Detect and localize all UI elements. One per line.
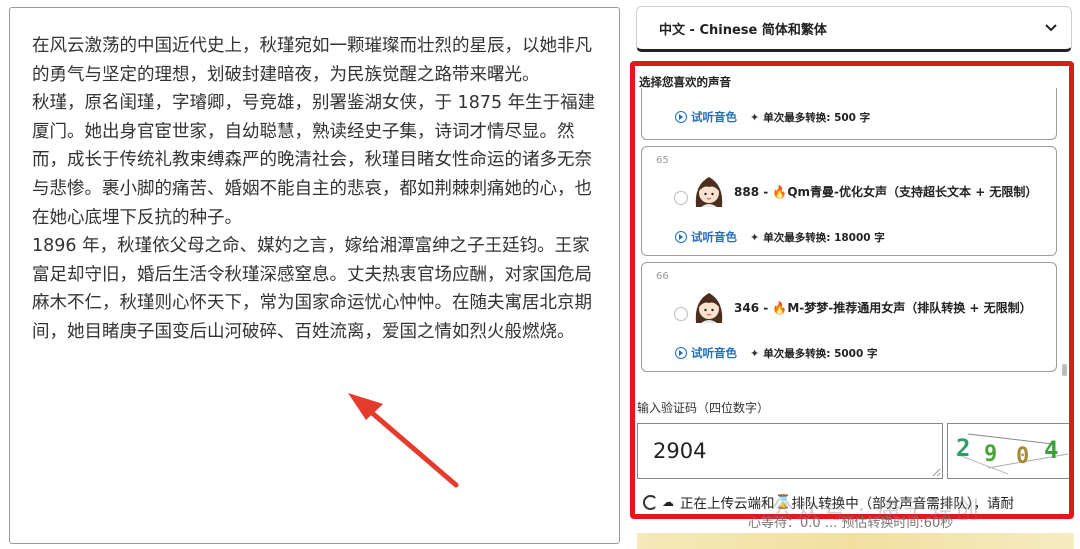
captcha-label: 输入验证码（四位数字） (637, 401, 770, 415)
language-select[interactable]: 中文 - Chinese 简体和繁体 (636, 6, 1072, 52)
sparkle-icon: ✦ (750, 346, 760, 360)
listen-label: 试听音色 (691, 230, 737, 244)
captcha-char: 9 (984, 442, 998, 467)
listen-label: 试听音色 (691, 110, 737, 124)
captcha-image[interactable]: 2 9 0 4 (947, 423, 1069, 479)
captcha-char: 2 (956, 434, 971, 462)
voice-name: 346 - 🔥M-梦梦-推荐通用女声（排队转换 + 无限制） (734, 301, 1032, 315)
voice-name: 888 - 🔥Qm青曼-优化女声（支持超长文本 + 无限制） (734, 185, 1038, 199)
voice-limit: ✦ 单次最多转换: 500 字 (750, 110, 870, 125)
captcha-char: 4 (1044, 436, 1059, 464)
play-icon (675, 231, 687, 243)
listen-button[interactable]: 试听音色 (675, 109, 737, 125)
scrollbar-thumb[interactable] (1062, 364, 1067, 376)
voice-limit: ✦ 单次最多转换: 18000 字 (750, 230, 885, 245)
voice-radio[interactable] (674, 307, 688, 321)
voice-limit-text: 单次最多转换: 500 字 (763, 111, 871, 124)
captcha-input[interactable] (637, 423, 943, 479)
voice-number: 65 (656, 155, 669, 166)
voice-selection-panel: 选择您喜欢的声音 试听音色 ✦ 单次最多转换: 500 字 65 888 - 🔥… (630, 61, 1074, 519)
spinner-icon (643, 494, 658, 510)
voice-limit-text: 单次最多转换: 18000 字 (763, 231, 885, 244)
listen-label: 试听音色 (691, 346, 737, 360)
voice-number: 66 (656, 271, 669, 282)
chevron-down-icon (1045, 24, 1057, 32)
watermark: 公众号 · 康宁轻创 (770, 496, 981, 524)
resize-handle-icon[interactable] (931, 467, 941, 477)
captcha-char: 0 (1016, 444, 1030, 469)
voice-limit: ✦ 单次最多转换: 5000 字 (750, 346, 877, 361)
progress-strip (637, 533, 1074, 549)
voice-card[interactable]: 66 346 - 🔥M-梦梦-推荐通用女声（排队转换 + 无限制） 试听音色 ✦… (641, 262, 1057, 372)
voice-radio[interactable] (674, 191, 688, 205)
sparkle-icon: ✦ (750, 230, 760, 244)
status-uploading: 正在上传云端和 (680, 496, 775, 512)
voice-card[interactable]: 65 888 - 🔥Qm青曼-优化女声（支持超长文本 + 无限制） 试听音色 ✦… (641, 146, 1057, 256)
play-icon (675, 111, 687, 123)
language-select-value: 中文 - Chinese 简体和繁体 (659, 22, 827, 38)
play-icon (675, 347, 687, 359)
voice-card[interactable]: 试听音色 ✦ 单次最多转换: 500 字 (641, 88, 1057, 140)
listen-button[interactable]: 试听音色 (675, 229, 737, 245)
listen-button[interactable]: 试听音色 (675, 345, 737, 361)
sparkle-icon: ✦ (750, 110, 760, 124)
cloud-upload-icon: ☁ (662, 495, 674, 509)
girl-avatar-icon (695, 293, 723, 323)
girl-avatar-icon (695, 177, 723, 207)
voice-limit-text: 单次最多转换: 5000 字 (763, 347, 878, 360)
